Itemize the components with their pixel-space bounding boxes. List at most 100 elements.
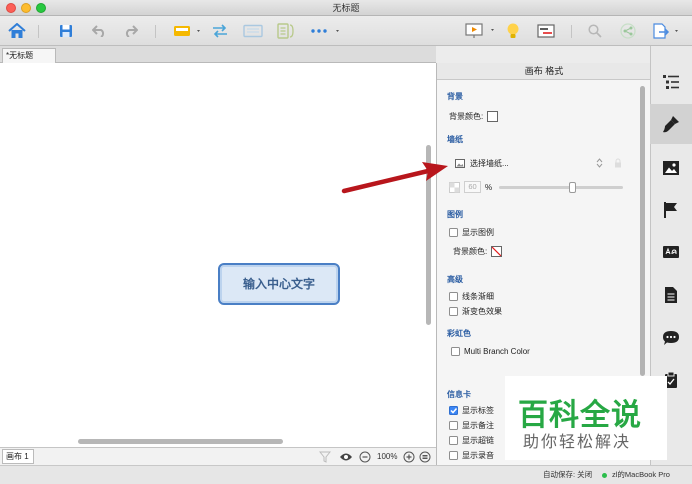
share-button[interactable] [617, 20, 639, 42]
canvas-horizontal-scrollbar[interactable] [78, 439, 283, 444]
filter-icon[interactable] [319, 451, 331, 463]
summary-button[interactable] [274, 20, 298, 42]
zoom-level: 100% [377, 452, 398, 461]
lock-icon [615, 158, 621, 168]
redo-icon [125, 25, 138, 37]
line-taper-label: 线条渐细 [462, 291, 494, 301]
brainstorm-button[interactable] [503, 20, 523, 42]
presentation-icon [465, 23, 494, 38]
opacity-slider[interactable] [499, 186, 623, 189]
opacity-unit: % [485, 182, 493, 192]
zoom-window-button[interactable] [36, 3, 46, 13]
save-button[interactable] [56, 20, 76, 42]
info-card-option[interactable]: 显示备注 [449, 419, 494, 431]
info-card-checkbox[interactable] [449, 435, 458, 445]
home-button[interactable] [6, 20, 28, 42]
info-card-option[interactable]: 显示录音 [449, 449, 494, 461]
insert-topic-button[interactable] [171, 20, 203, 42]
flag-icon [664, 202, 677, 218]
info-card-checkbox-checked[interactable] [449, 405, 458, 415]
sidebar-format-button[interactable] [650, 104, 692, 144]
sidebar-image-button[interactable] [650, 148, 692, 188]
title-bar: 无标题 [0, 0, 692, 16]
opacity-slider-knob[interactable] [569, 182, 576, 193]
sheet-tab[interactable]: 画布 1 [2, 449, 34, 464]
presentation-button[interactable] [462, 20, 498, 42]
watermark: 百科全说 助你轻松解决 [505, 376, 667, 460]
sidebar-comments-button[interactable] [650, 318, 692, 358]
gradient-option[interactable]: 渐变色效果 [449, 305, 502, 317]
multi-branch-option[interactable]: Multi Branch Color [451, 345, 530, 357]
info-card-option[interactable]: 显示标签 [449, 404, 494, 416]
close-window-button[interactable] [6, 3, 16, 13]
toolbar-divider [155, 25, 156, 38]
zoom-out-icon[interactable] [359, 451, 371, 463]
line-taper-checkbox[interactable] [449, 291, 458, 301]
sidebar-notes-button[interactable] [650, 275, 692, 315]
wallpaper-select[interactable]: 选择墙纸... [455, 157, 625, 169]
info-card-label: 显示标签 [462, 405, 494, 415]
gradient-checkbox[interactable] [449, 306, 458, 316]
search-icon [588, 24, 602, 38]
multi-branch-checkbox[interactable] [451, 346, 460, 356]
image-icon [455, 158, 465, 168]
more-insert-menu[interactable] [309, 20, 341, 42]
status-bar: 自动保存: 关闭 zl的MacBook Pro [0, 465, 692, 484]
opacity-field[interactable]: 60 [464, 181, 481, 193]
autosave-status: 自动保存: 关闭 [543, 470, 593, 479]
show-legend-checkbox[interactable] [449, 227, 458, 237]
background-color-swatch[interactable] [487, 110, 499, 122]
mindmap-canvas[interactable] [0, 63, 436, 447]
window-title: 无标题 [332, 3, 360, 13]
toolbar [0, 16, 692, 46]
rainbow-heading: 彩虹色 [447, 329, 471, 338]
show-legend-option[interactable]: 显示图例 [449, 226, 494, 238]
paintbrush-icon [663, 116, 679, 133]
toolbar-divider [571, 25, 572, 38]
online-status-dot [602, 473, 607, 478]
undo-button[interactable] [89, 20, 109, 42]
panel-scrollbar[interactable] [640, 86, 645, 376]
comment-icon [663, 331, 679, 345]
info-card-heading: 信息卡 [447, 390, 471, 399]
topic-icon [174, 26, 200, 36]
central-topic[interactable]: 输入中心文字 [218, 263, 340, 305]
legend-color-row: 背景颜色: [453, 245, 503, 257]
eye-icon[interactable] [339, 451, 353, 463]
info-card-option[interactable]: 显示超链 [449, 434, 494, 446]
sidebar-sticker-button[interactable] [650, 232, 692, 272]
legend-heading: 图例 [447, 210, 463, 219]
search-button[interactable] [585, 20, 605, 42]
legend-color-swatch[interactable] [491, 245, 503, 257]
outline-icon [663, 75, 679, 89]
line-taper-option[interactable]: 线条渐细 [449, 290, 494, 302]
boundary-icon [243, 24, 263, 38]
info-card-label: 显示备注 [462, 420, 494, 430]
minimize-window-button[interactable] [21, 3, 31, 13]
wallpaper-select-label: 选择墙纸... [470, 158, 509, 168]
fit-menu-icon[interactable] [419, 451, 431, 463]
undo-icon [92, 25, 105, 37]
info-card-checkbox[interactable] [449, 420, 458, 430]
redo-button[interactable] [121, 20, 141, 42]
background-color-label: 背景颜色: [449, 111, 484, 121]
save-icon [60, 25, 72, 37]
document-tab[interactable]: *无标题 [2, 48, 56, 63]
info-card-checkbox[interactable] [449, 450, 458, 460]
boundary-button[interactable] [240, 20, 266, 42]
annotation-arrow [341, 162, 448, 194]
export-button[interactable] [650, 20, 682, 42]
sidebar-outline-button[interactable] [650, 62, 692, 102]
document-tab-bar: *无标题 [0, 46, 436, 63]
sidebar-marker-button[interactable] [650, 190, 692, 230]
wallpaper-heading: 墙纸 [447, 135, 463, 144]
show-legend-label: 显示图例 [462, 227, 494, 237]
export-icon [653, 23, 678, 39]
home-icon [8, 23, 26, 38]
info-card-label: 显示录音 [462, 450, 494, 460]
relationship-button[interactable] [208, 20, 232, 42]
gantt-button[interactable] [535, 20, 557, 42]
background-color-row: 背景颜色: [449, 110, 499, 122]
zoom-in-icon[interactable] [403, 451, 415, 463]
legend-color-label: 背景颜色: [453, 246, 488, 256]
